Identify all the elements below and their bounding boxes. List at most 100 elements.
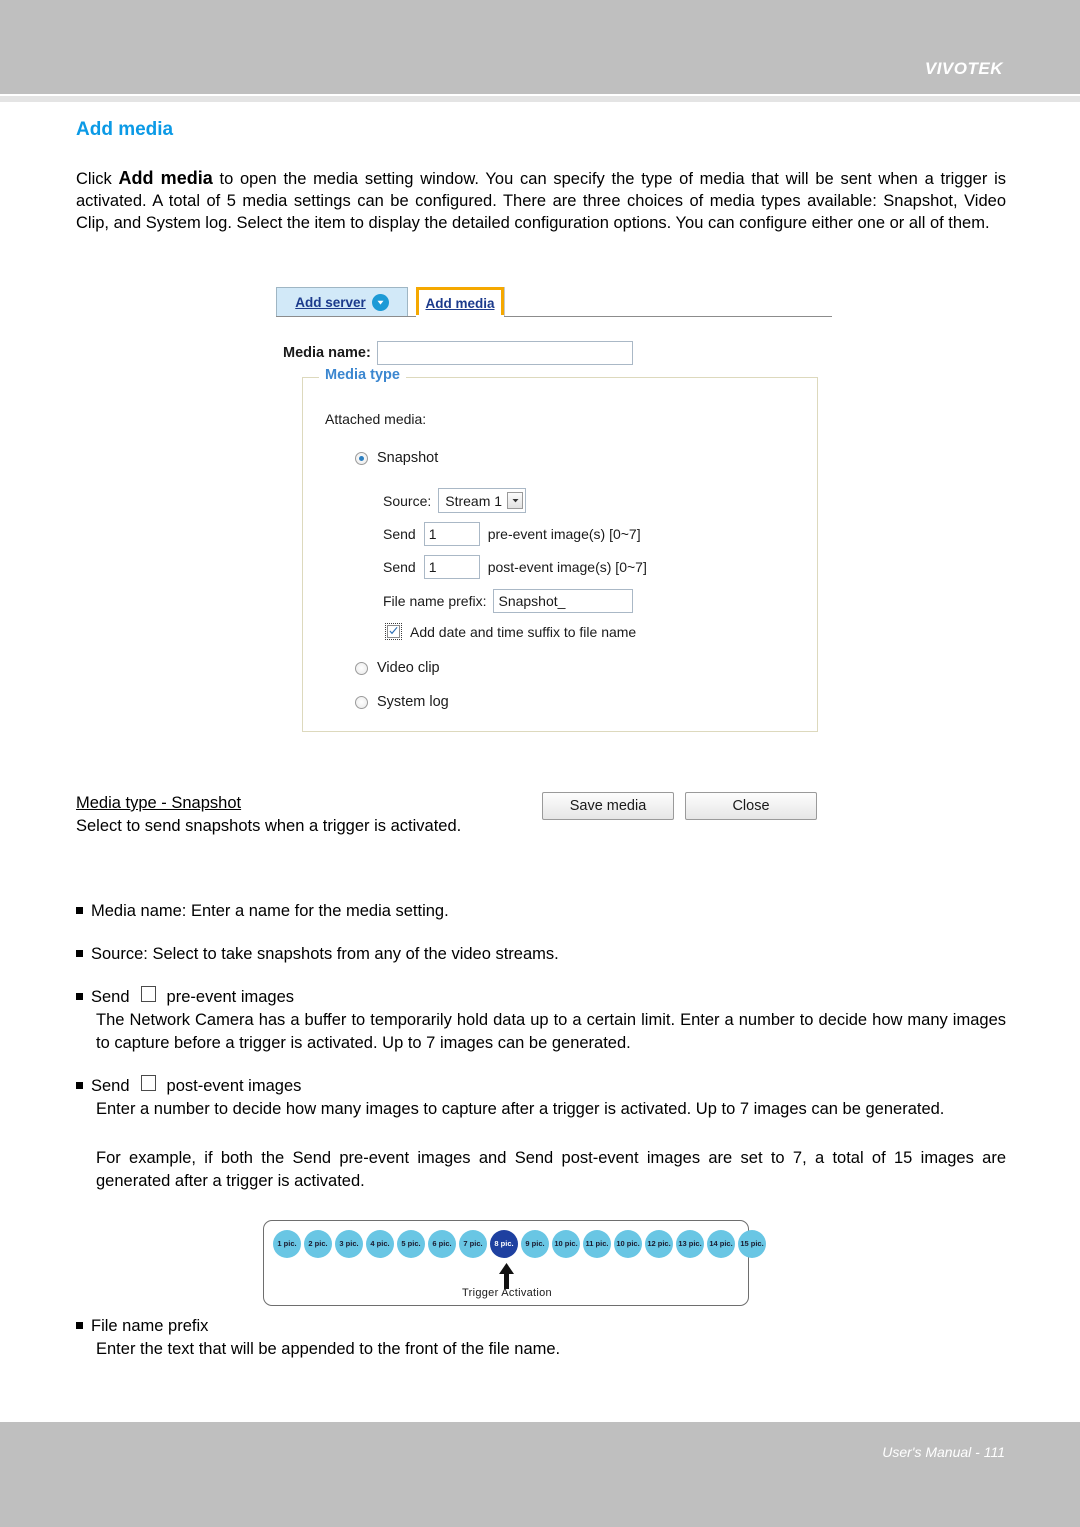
- page-title: Add media: [76, 119, 174, 140]
- caption-subtitle: Select to send snapshots when a trigger …: [76, 817, 462, 835]
- radio-snapshot-icon[interactable]: [355, 451, 368, 465]
- tab-add-media[interactable]: Add media: [416, 287, 504, 317]
- pic-circle: 10 pic.: [552, 1230, 580, 1258]
- radio-option-snapshot[interactable]: Snapshot: [355, 450, 438, 466]
- pic-sequence: 1 pic. 2 pic. 3 pic. 4 pic. 5 pic. 6 pic. 7 pi…: [273, 1230, 766, 1258]
- pic-circle: 15 pic.: [738, 1230, 766, 1258]
- media-name-input[interactable]: [376, 341, 633, 365]
- file-name-prefix-input[interactable]: [493, 589, 634, 613]
- pre-event-send-label: Send: [383, 526, 416, 542]
- bullet-marker-icon: [76, 1322, 83, 1329]
- footer-page-label: User's Manual - 111: [882, 1444, 1005, 1460]
- date-time-suffix-row[interactable]: Add date and time suffix to file name: [385, 623, 636, 640]
- pic-circle: 7 pic.: [459, 1230, 487, 1258]
- bullet-marker-icon: [76, 950, 83, 957]
- bullet-send-pre-body: The Network Camera has a buffer to tempo…: [96, 1011, 1006, 1052]
- bullet-media-name: Media name: Enter a name for the media s…: [76, 900, 1006, 923]
- bullet-send-post-suffix: post-event images: [166, 1077, 302, 1095]
- bullet-send-post-event: Send post-event images Enter a number to…: [76, 1075, 1006, 1121]
- active-tab-gap: [416, 315, 504, 318]
- source-select[interactable]: Stream 1: [438, 488, 527, 513]
- radio-option-video-clip[interactable]: Video clip: [355, 660, 440, 676]
- dialog-tabstrip: Add server Add media: [276, 287, 836, 323]
- bullet-marker-icon: [76, 1082, 83, 1089]
- pic-circle: 14 pic.: [707, 1230, 735, 1258]
- intro-bold-term: Add media: [118, 167, 213, 188]
- caption-title: Media type - Snapshot: [76, 794, 242, 812]
- tab-add-media-label: Add media: [425, 296, 495, 311]
- pic-circle: 1 pic.: [273, 1230, 301, 1258]
- pic-circle: 9 pic.: [521, 1230, 549, 1258]
- pic-circle: 8 pic.: [490, 1230, 518, 1258]
- source-label: Source:: [383, 492, 432, 509]
- file-name-prefix-row: File name prefix:: [383, 589, 634, 613]
- pic-circle: 3 pic.: [335, 1230, 363, 1258]
- chevron-down-icon[interactable]: [371, 294, 389, 311]
- snapshot-caption: Media type - Snapshot Select to send sna…: [76, 792, 1006, 837]
- pic-circle: 12 pic.: [645, 1230, 673, 1258]
- pic-circle: 5 pic.: [397, 1230, 425, 1258]
- example-paragraph: For example, if both the Send pre-event …: [96, 1149, 1006, 1190]
- pre-event-row: Send pre-event image(s) [0~7]: [383, 522, 641, 546]
- media-type-fieldset: Media type Attached media: Snapshot Sour…: [302, 367, 818, 732]
- bullet-send-pre-label: Send: [91, 988, 130, 1006]
- post-event-send-label: Send: [383, 559, 416, 575]
- pic-circle: 10 pic.: [614, 1230, 642, 1258]
- post-event-row: Send post-event image(s) [0~7]: [383, 555, 647, 579]
- tab-add-server-label: Add server: [295, 295, 366, 310]
- bullet-file-name-prefix: File name prefix Enter the text that wil…: [76, 1315, 1006, 1361]
- media-name-row: Media name:: [283, 341, 836, 365]
- radio-snapshot-label: Snapshot: [377, 450, 439, 466]
- radio-system-log-label: System log: [377, 694, 449, 710]
- bullet-marker-icon: [76, 907, 83, 914]
- bullet-source-text: Source: Select to take snapshots from an…: [91, 945, 559, 963]
- post-event-suffix-label: post-event image(s) [0~7]: [487, 559, 647, 575]
- post-event-count-input[interactable]: [423, 555, 480, 579]
- date-time-suffix-checkbox[interactable]: [387, 625, 400, 638]
- bullet-send-pre-event: Send pre-event images The Network Camera…: [76, 986, 1006, 1055]
- bullet-media-name-text: Media name: Enter a name for the media s…: [91, 902, 449, 920]
- pre-event-count-input[interactable]: [423, 522, 480, 546]
- bullet-file-name-prefix-body: Enter the text that will be appended to …: [96, 1340, 561, 1358]
- pic-circle: 2 pic.: [304, 1230, 332, 1258]
- trigger-activation-diagram: 1 pic. 2 pic. 3 pic. 4 pic. 5 pic. 6 pic. 7 pi…: [263, 1220, 766, 1306]
- tabstrip-edge: [504, 287, 505, 316]
- attached-media-label: Attached media:: [325, 411, 427, 427]
- bullet-list: Media name: Enter a name for the media s…: [76, 900, 1006, 1193]
- trigger-activation-label: Trigger Activation: [462, 1287, 552, 1299]
- file-name-prefix-label: File name prefix:: [383, 593, 487, 609]
- pic-circle: 4 pic.: [366, 1230, 394, 1258]
- bullet-send-post-label: Send: [91, 1077, 130, 1095]
- radio-system-log-icon[interactable]: [355, 695, 368, 709]
- radio-video-clip-label: Video clip: [377, 660, 440, 676]
- pic-circle: 11 pic.: [583, 1230, 611, 1258]
- brand-logo: VIVOTEK: [924, 59, 1003, 78]
- tabstrip-underline: [276, 316, 832, 317]
- pre-event-suffix-label: pre-event image(s) [0~7]: [487, 526, 641, 542]
- media-name-label: Media name:: [283, 345, 371, 361]
- inline-input-box-icon: [140, 1075, 156, 1091]
- header-divider: [0, 96, 1080, 102]
- date-time-suffix-checkbox-focus: [385, 623, 402, 640]
- bullet-file-name-prefix-head: File name prefix: [91, 1317, 209, 1335]
- radio-video-clip-icon[interactable]: [355, 661, 368, 675]
- source-select-value: Stream 1: [445, 492, 503, 509]
- pic-circle: 6 pic.: [428, 1230, 456, 1258]
- page-footer-bar: [0, 1422, 1080, 1527]
- page-content: Add media Click Add media to open the me…: [76, 119, 1006, 234]
- radio-option-system-log[interactable]: System log: [355, 694, 449, 710]
- bullet-marker-icon: [76, 993, 83, 1000]
- bullet-send-post-body: Enter a number to decide how many images…: [96, 1100, 945, 1118]
- bullet-send-pre-suffix: pre-event images: [166, 988, 295, 1006]
- chevron-down-icon[interactable]: [507, 492, 524, 509]
- source-row: Source: Stream 1: [383, 488, 527, 513]
- intro-prefix: Click: [76, 169, 119, 188]
- tab-add-server[interactable]: Add server: [276, 287, 408, 317]
- intro-paragraph: Click Add media to open the media settin…: [76, 167, 1006, 234]
- add-media-dialog: Add server Add media Media name: Media t…: [276, 287, 836, 820]
- intro-rest: to open the media setting window. You ca…: [76, 169, 1006, 232]
- media-type-legend: Media type: [319, 367, 406, 383]
- date-time-suffix-label: Add date and time suffix to file name: [410, 623, 637, 640]
- page-header-bar: [0, 0, 1080, 94]
- inline-input-box-icon: [140, 986, 156, 1002]
